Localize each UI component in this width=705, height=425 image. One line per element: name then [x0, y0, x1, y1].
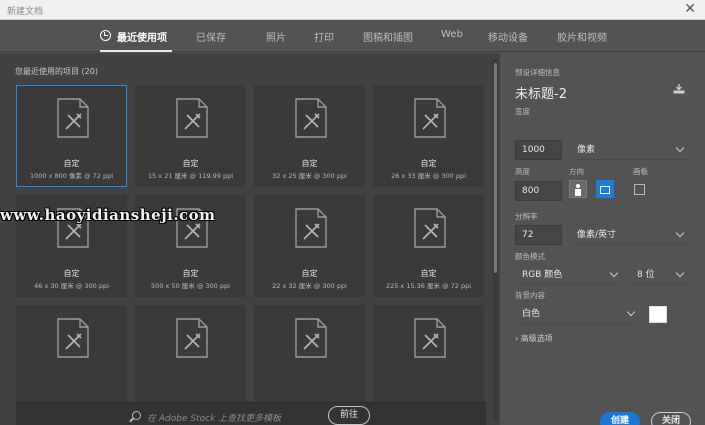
background-label: 背景内容: [515, 291, 545, 300]
resolution-input[interactable]: 72: [515, 225, 562, 245]
document-name-field[interactable]: 未标题-2: [515, 83, 567, 102]
chevron-down-icon: [675, 268, 685, 278]
tab-film-video[interactable]: 胶片和视频: [557, 29, 607, 44]
document-preset-icon: [176, 98, 208, 138]
recent-heading-label: 您最近使用的项目: [15, 67, 79, 76]
preset-name: 自定: [182, 159, 199, 168]
clock-icon: [100, 30, 111, 41]
orientation-label: 方向: [569, 167, 584, 176]
resolution-label: 分辨率: [515, 212, 538, 221]
chevron-down-icon: [675, 228, 685, 238]
active-tab-indicator: [100, 50, 172, 52]
resolution-unit-value: 像素/英寸: [577, 230, 617, 240]
width-label: 宽度: [515, 107, 530, 116]
preset-size: 32 x 25 厘米 @ 300 ppi: [272, 172, 347, 180]
artboard-checkbox[interactable]: [634, 184, 645, 195]
document-preset-icon: [295, 98, 327, 138]
document-preset-icon: [295, 208, 327, 248]
height-label: 高度: [515, 167, 530, 176]
preset-card[interactable]: 自定 32 x 25 厘米 @ 300 ppi: [254, 85, 365, 187]
width-unit-select[interactable]: 像素: [572, 140, 687, 160]
preset-details-panel: 预设详细信息 未标题-2 宽度 1000 像素 高度 方向 画板 800 分辨率…: [500, 53, 705, 425]
width-unit-value: 像素: [577, 145, 596, 155]
recent-heading: 您最近使用的项目 (20): [15, 66, 98, 77]
preset-name: 自定: [63, 159, 80, 168]
color-mode-select[interactable]: RGB 颜色: [517, 265, 621, 285]
background-value: 白色: [522, 309, 541, 319]
preset-size: 26 x 33 厘米 @ 300 ppi: [391, 172, 466, 180]
tab-saved[interactable]: 已保存: [196, 29, 226, 44]
preset-size: 500 x 50 厘米 @ 300 ppi: [151, 282, 230, 290]
save-preset-icon[interactable]: [673, 84, 685, 94]
preset-size: 46 x 30 厘米 @ 300 ppi: [34, 282, 109, 290]
preset-name: 自定: [420, 159, 437, 168]
tab-mobile[interactable]: 移动设备: [488, 29, 528, 44]
tab-art-illustration[interactable]: 图稿和插图: [363, 29, 413, 44]
window-title: 新建文档: [7, 7, 44, 17]
color-mode-label: 颜色模式: [515, 252, 545, 261]
landscape-orientation-button[interactable]: [596, 180, 614, 198]
document-preset-icon: [414, 318, 446, 358]
document-preset-icon: [57, 98, 89, 138]
bit-depth-value: 8 位: [637, 270, 655, 280]
portrait-icon: [576, 184, 580, 188]
tab-photo[interactable]: 照片: [266, 29, 286, 44]
preset-card[interactable]: [254, 305, 365, 407]
document-preset-icon: [414, 98, 446, 138]
watermark-text: www.haoyidiansheji.com: [0, 206, 216, 224]
close-button[interactable]: 关闭: [651, 412, 691, 425]
artboard-label: 画板: [633, 167, 648, 176]
create-button[interactable]: 创建: [600, 412, 640, 425]
search-icon: [132, 411, 141, 420]
preset-size: 1000 x 800 像素 @ 72 ppi: [29, 172, 114, 180]
preset-size: 22 x 32 厘米 @ 300 ppi: [272, 282, 347, 290]
document-preset-icon: [176, 318, 208, 358]
adobe-stack-search-bar: 在 Adobe Stock 上查找更多模板 前往: [16, 402, 486, 425]
tab-web[interactable]: Web: [441, 29, 463, 40]
stack-search-input[interactable]: 在 Adobe Stock 上查找更多模板: [147, 411, 281, 424]
recent-items-panel: 您最近使用的项目 (20) 自定 1000 x 800 像素 @ 72 ppi 自定…: [0, 53, 500, 425]
tab-print[interactable]: 打印: [314, 29, 334, 44]
color-mode-value: RGB 颜色: [522, 270, 563, 280]
document-preset-icon: [57, 318, 89, 358]
category-tabs: 最近使用项 已保存 照片 打印 图稿和插图 Web 移动设备 胶片和视频: [0, 20, 705, 52]
preset-size: 15 x 21 厘米 @ 119.99 ppi: [147, 172, 234, 180]
chevron-down-icon: [675, 143, 685, 153]
tab-recent[interactable]: 最近使用项: [117, 29, 167, 44]
preset-card[interactable]: 自定 15 x 21 厘米 @ 119.99 ppi: [135, 85, 246, 187]
preset-details-label: 预设详细信息: [515, 68, 560, 77]
preset-name: 自定: [63, 269, 80, 278]
preset-name: 自定: [301, 159, 318, 168]
chevron-down-icon: [626, 307, 636, 317]
preset-size: 225 x 15.36 厘米 @ 72 ppi: [385, 282, 472, 290]
advanced-options-toggle[interactable]: › 高级选项: [515, 333, 553, 344]
preset-card[interactable]: [16, 305, 127, 407]
background-select[interactable]: 白色: [517, 304, 638, 324]
bit-depth-select[interactable]: 8 位: [632, 265, 687, 285]
preset-card[interactable]: 自定 1000 x 800 像素 @ 72 ppi: [16, 85, 127, 187]
document-preset-icon: [414, 208, 446, 248]
scrollbar-thumb[interactable]: [494, 63, 497, 273]
width-input[interactable]: 1000: [515, 140, 562, 160]
preset-card[interactable]: 自定 225 x 15.36 厘米 @ 72 ppi: [373, 195, 484, 297]
preset-name: 自定: [301, 269, 318, 278]
recent-count: (20): [81, 67, 98, 76]
window-close-icon[interactable]: ✕: [684, 1, 696, 17]
go-button[interactable]: 前往: [328, 406, 370, 425]
portrait-orientation-button[interactable]: [569, 180, 587, 198]
preset-name: 自定: [420, 269, 437, 278]
preset-card[interactable]: [373, 305, 484, 407]
resolution-unit-select[interactable]: 像素/英寸: [572, 225, 687, 245]
landscape-icon: [600, 186, 610, 194]
preset-name: 自定: [182, 269, 199, 278]
preset-card[interactable]: 自定 26 x 33 厘米 @ 300 ppi: [373, 85, 484, 187]
window-titlebar: 新建文档 ✕: [0, 0, 705, 20]
height-input[interactable]: 800: [515, 181, 562, 201]
preset-card[interactable]: [135, 305, 246, 407]
chevron-down-icon: [609, 268, 619, 278]
document-preset-icon: [295, 318, 327, 358]
background-color-swatch[interactable]: [649, 306, 667, 323]
preset-grid: 自定 1000 x 800 像素 @ 72 ppi 自定 15 x 21 厘米 @ 1…: [16, 85, 486, 425]
